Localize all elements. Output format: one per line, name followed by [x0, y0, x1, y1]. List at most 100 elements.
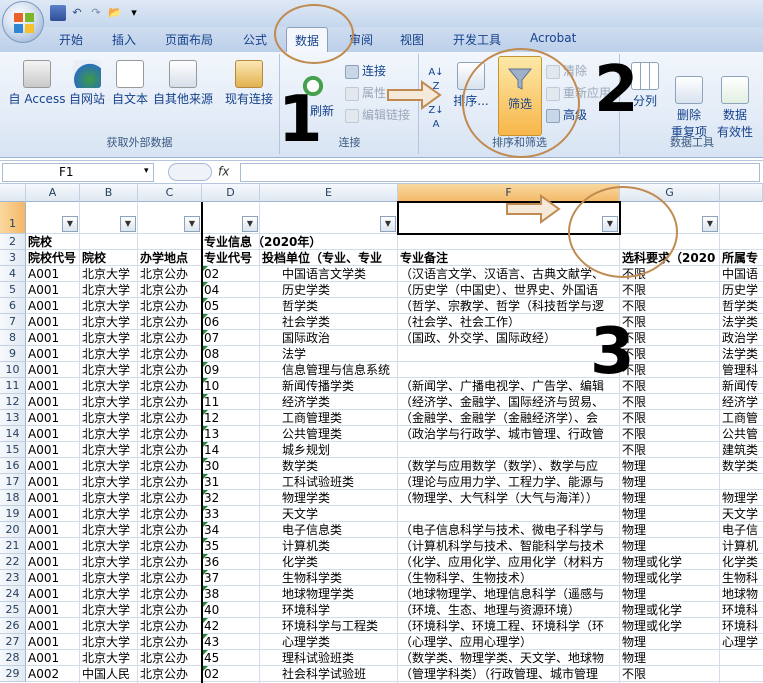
- header-row3-cell[interactable]: 专业代号: [202, 250, 260, 266]
- edit-links-button[interactable]: 编辑链接: [345, 106, 410, 123]
- row-header-4[interactable]: 4: [0, 266, 26, 282]
- row-header-6[interactable]: 6: [0, 298, 26, 314]
- table-cell-d[interactable]: 13: [202, 426, 260, 442]
- header-row2-cell[interactable]: [260, 234, 398, 250]
- name-box-dropdown-icon[interactable]: ▾: [144, 166, 149, 176]
- select-all-corner[interactable]: [0, 184, 26, 202]
- clear-button[interactable]: 清除: [546, 62, 587, 79]
- row-header-10[interactable]: 10: [0, 362, 26, 378]
- table-cell-g[interactable]: 不限: [620, 666, 720, 682]
- table-cell-c[interactable]: 北京公办: [138, 474, 202, 490]
- table-cell-h[interactable]: 历史学: [720, 282, 763, 298]
- table-cell-e[interactable]: 理科试验班类: [280, 650, 398, 666]
- table-cell-d[interactable]: 31: [202, 474, 260, 490]
- table-cell-h[interactable]: 电子信: [720, 522, 763, 538]
- table-cell-h[interactable]: [720, 474, 763, 490]
- row-header-15[interactable]: 15: [0, 442, 26, 458]
- table-cell-h[interactable]: 法学类: [720, 346, 763, 362]
- table-cell-b[interactable]: 北京大学: [80, 394, 138, 410]
- table-cell-e[interactable]: 天文学: [280, 506, 398, 522]
- table-cell-e[interactable]: 历史学类: [280, 282, 398, 298]
- reapply-button[interactable]: 重新应用: [546, 84, 611, 101]
- table-cell-d[interactable]: 09: [202, 362, 260, 378]
- table-cell-h[interactable]: 天文学: [720, 506, 763, 522]
- table-cell-d[interactable]: 11: [202, 394, 260, 410]
- table-cell-b[interactable]: 北京大学: [80, 602, 138, 618]
- undo-icon[interactable]: ↶: [69, 5, 85, 21]
- table-cell-a[interactable]: A001: [26, 506, 80, 522]
- table-cell-b[interactable]: 北京大学: [80, 554, 138, 570]
- row-header-22[interactable]: 22: [0, 554, 26, 570]
- table-cell-d[interactable]: 43: [202, 634, 260, 650]
- table-cell-d[interactable]: 30: [202, 458, 260, 474]
- table-cell-b[interactable]: 北京大学: [80, 634, 138, 650]
- header-row3-cell[interactable]: 专业备注: [398, 250, 620, 266]
- table-cell-c[interactable]: 北京公办: [138, 442, 202, 458]
- table-cell-a[interactable]: A001: [26, 586, 80, 602]
- table-cell-f[interactable]: （计算机科学与技术、智能科学与技术: [398, 538, 620, 554]
- properties-button[interactable]: 属性: [345, 84, 386, 101]
- table-cell-b[interactable]: 北京大学: [80, 570, 138, 586]
- table-cell-a[interactable]: A001: [26, 458, 80, 474]
- row-header-21[interactable]: 21: [0, 538, 26, 554]
- header-row3-cell[interactable]: 院校代号: [26, 250, 80, 266]
- column-header-g[interactable]: G: [620, 184, 720, 202]
- table-cell-a[interactable]: A001: [26, 522, 80, 538]
- table-cell-c[interactable]: 北京公办: [138, 410, 202, 426]
- table-cell-g[interactable]: 物理: [620, 538, 720, 554]
- table-cell-b[interactable]: 北京大学: [80, 314, 138, 330]
- row-header-26[interactable]: 26: [0, 618, 26, 634]
- header-row3-cell[interactable]: 所属专: [720, 250, 763, 266]
- table-cell-g[interactable]: 物理: [620, 458, 720, 474]
- table-cell-f[interactable]: （哲学、宗教学、哲学（科技哲学与逻: [398, 298, 620, 314]
- table-cell-e[interactable]: 城乡规划: [280, 442, 398, 458]
- table-cell-g[interactable]: 不限: [620, 410, 720, 426]
- table-cell-b[interactable]: 北京大学: [80, 650, 138, 666]
- table-cell-h[interactable]: 物理学: [720, 490, 763, 506]
- table-cell-h[interactable]: 建筑类: [720, 442, 763, 458]
- filter-dropdown-e[interactable]: ▼: [380, 216, 396, 232]
- table-cell-a[interactable]: A001: [26, 394, 80, 410]
- table-cell-g[interactable]: 不限: [620, 442, 720, 458]
- table-cell-c[interactable]: 北京公办: [138, 634, 202, 650]
- table-cell-f[interactable]: [398, 442, 620, 458]
- table-cell-a[interactable]: A001: [26, 410, 80, 426]
- text-to-columns-button[interactable]: 分列: [625, 62, 665, 109]
- table-cell-h[interactable]: 数学类: [720, 458, 763, 474]
- table-cell-f[interactable]: （数学与应用数学（数学）、数学与应: [398, 458, 620, 474]
- table-cell-d[interactable]: 14: [202, 442, 260, 458]
- tab-data[interactable]: 数据: [286, 27, 329, 53]
- table-cell-d[interactable]: 35: [202, 538, 260, 554]
- table-cell-g[interactable]: 物理或化学: [620, 618, 720, 634]
- table-cell-e[interactable]: 经济学类: [280, 394, 398, 410]
- table-cell-c[interactable]: 北京公办: [138, 330, 202, 346]
- table-cell-g[interactable]: 物理: [620, 506, 720, 522]
- table-cell-c[interactable]: 北京公办: [138, 298, 202, 314]
- formula-input[interactable]: [240, 163, 760, 182]
- table-cell-e[interactable]: 化学类: [280, 554, 398, 570]
- filter-dropdown-f[interactable]: ▼: [602, 216, 618, 232]
- table-cell-d[interactable]: 37: [202, 570, 260, 586]
- table-cell-h[interactable]: 新闻传: [720, 378, 763, 394]
- table-cell-e[interactable]: 地球物理学类: [280, 586, 398, 602]
- table-cell-h[interactable]: 公共管: [720, 426, 763, 442]
- table-cell-e[interactable]: 中国语言文学类: [280, 266, 398, 282]
- table-cell-h[interactable]: 化学类: [720, 554, 763, 570]
- name-box[interactable]: F1: [2, 163, 154, 182]
- header-row2-cell[interactable]: [620, 234, 720, 250]
- table-cell-c[interactable]: 北京公办: [138, 570, 202, 586]
- table-cell-e[interactable]: 信息管理与信息系统: [280, 362, 398, 378]
- table-cell-d[interactable]: 10: [202, 378, 260, 394]
- row-header-14[interactable]: 14: [0, 426, 26, 442]
- table-cell-b[interactable]: 北京大学: [80, 490, 138, 506]
- header-row3-cell[interactable]: 院校: [80, 250, 138, 266]
- table-cell-d[interactable]: 36: [202, 554, 260, 570]
- row-header-27[interactable]: 27: [0, 634, 26, 650]
- table-cell-g[interactable]: 物理或化学: [620, 554, 720, 570]
- header-row3-cell[interactable]: 办学地点: [138, 250, 202, 266]
- table-cell-f[interactable]: （管理学科类）（行政管理、城市管理: [398, 666, 620, 682]
- row-header-18[interactable]: 18: [0, 490, 26, 506]
- table-cell-d[interactable]: 40: [202, 602, 260, 618]
- column-header-c[interactable]: C: [138, 184, 202, 202]
- row-header-24[interactable]: 24: [0, 586, 26, 602]
